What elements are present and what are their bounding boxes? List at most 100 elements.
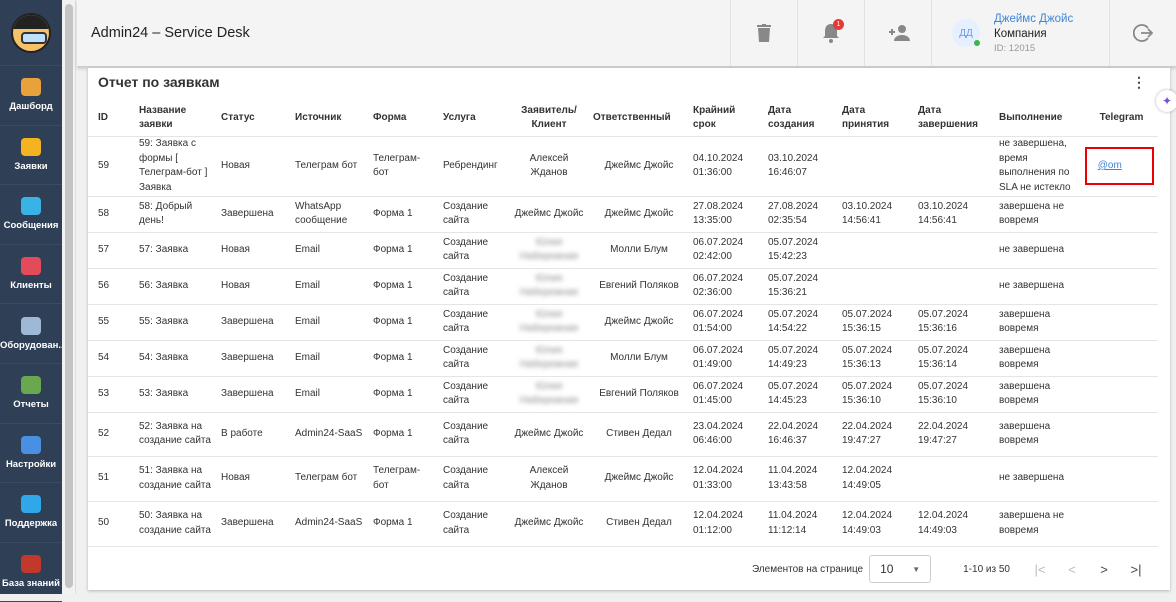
cell-text: Евгений Поляков — [599, 387, 679, 399]
column-header[interactable]: ID — [88, 100, 135, 137]
user-name[interactable]: Джеймс Джойс — [994, 13, 1073, 25]
cell-text: Юлия Набережная — [519, 272, 579, 299]
cell-text: Создание сайта — [443, 200, 489, 227]
cell: 06.07.2024 01:45:00 — [689, 376, 764, 413]
ai-sparkle-icon[interactable]: ✦ — [1156, 90, 1176, 112]
cell-text: Новая — [221, 159, 250, 171]
cell-text: 05.07.2024 15:36:21 — [768, 272, 819, 299]
sidebar-item-2[interactable]: Сообщения — [0, 185, 62, 245]
cell-text: Молли Блум — [610, 243, 668, 255]
cell: Евгений Поляков — [589, 268, 689, 305]
cell — [1085, 501, 1158, 547]
table-row[interactable]: 58 58: Добрый день! Завершена WhatsApp сооб… — [88, 196, 1158, 233]
more-menu-icon[interactable]: ⋮ — [1132, 74, 1146, 91]
equipment-icon — [21, 316, 41, 335]
per-page-select[interactable]: 10 ▼ — [869, 555, 932, 583]
cell-text: Джеймс Джойс — [604, 315, 674, 327]
cell: Стивен Дедал — [589, 412, 689, 457]
next-page-icon[interactable]: > — [1088, 562, 1120, 577]
cell: Молли Блум — [589, 340, 689, 377]
table-row[interactable]: 56 56: Заявка Новая Email Форма 1 Создание са… — [88, 268, 1158, 305]
cell: Евгений Поляков — [589, 376, 689, 413]
gear-icon — [21, 435, 41, 454]
scrollbar-thumb[interactable] — [65, 4, 73, 588]
cell: Форма 1 — [369, 412, 439, 457]
logout-button[interactable] — [1109, 0, 1176, 66]
column-header[interactable]: Выполнение — [995, 100, 1085, 137]
notifications-button[interactable]: 1 — [797, 0, 864, 66]
table-row[interactable]: 53 53: Заявка Завершена Email Форма 1 Создани… — [88, 376, 1158, 413]
sidebar-item-6[interactable]: Настройки — [0, 424, 62, 484]
column-header[interactable]: Услуга — [439, 100, 509, 137]
telegram-link[interactable]: @om — [1098, 160, 1122, 171]
logo[interactable] — [0, 0, 62, 66]
cell: завершена не вовремя — [995, 196, 1085, 233]
cell-text: 05.07.2024 15:36:14 — [918, 344, 969, 371]
table-row[interactable]: 50 50: Заявка на создание сайта Завершена A… — [88, 501, 1158, 547]
add-user-button[interactable] — [864, 0, 931, 66]
sidebar-item-0[interactable]: Дашборд — [0, 66, 62, 126]
cell: Телеграм-бот — [369, 456, 439, 502]
cell: 03.10.2024 16:46:07 — [764, 136, 838, 197]
column-header[interactable]: Крайний срок — [689, 100, 764, 137]
cell-text: Алексей Жданов — [529, 152, 569, 179]
cell-text: Новая — [221, 243, 250, 255]
telegram-highlight: @om — [1085, 146, 1154, 186]
cell: 12.04.2024 14:49:03 — [838, 501, 914, 547]
column-header[interactable]: Название заявки — [135, 100, 217, 137]
cell: Email — [291, 340, 369, 377]
cell: Создание сайта — [439, 232, 509, 269]
sidebar-item-1[interactable]: Заявки — [0, 126, 62, 186]
cell: Юлия Набережная — [509, 268, 589, 305]
prev-page-icon[interactable]: < — [1056, 562, 1088, 577]
sidebar-scrollbar[interactable] — [62, 0, 76, 594]
cell-text: Email — [295, 351, 321, 363]
cell-text: 51 — [98, 472, 110, 484]
cell-text: завершена вовремя — [999, 308, 1051, 335]
table-row[interactable]: 55 55: Заявка Завершена Email Форма 1 Создани… — [88, 304, 1158, 341]
sidebar-item-8[interactable]: База знаний — [0, 543, 62, 602]
cell — [838, 136, 914, 197]
cell: Новая — [217, 456, 291, 502]
cell-text: 05.07.2024 15:42:23 — [768, 236, 819, 263]
table-row[interactable]: 54 54: Заявка Завершена Email Форма 1 Создани… — [88, 340, 1158, 377]
sidebar-item-label: Оборудован... — [0, 339, 62, 351]
cell — [914, 136, 995, 197]
cell: Создание сайта — [439, 340, 509, 377]
table-row[interactable]: 52 52: Заявка на создание сайта В работе Ad… — [88, 412, 1158, 457]
sidebar-item-7[interactable]: Поддержка — [0, 483, 62, 543]
sidebar-item-5[interactable]: Отчеты — [0, 364, 62, 424]
column-header[interactable]: Дата принятия — [838, 100, 914, 137]
sidebar-item-label: Клиенты — [10, 280, 52, 292]
column-header[interactable]: Статус — [217, 100, 291, 137]
table-row[interactable]: 59 59: Заявка с формы [ Телеграм-бот ] За… — [88, 136, 1158, 197]
first-page-icon[interactable]: |< — [1024, 562, 1056, 577]
cell: 12.04.2024 14:49:05 — [838, 456, 914, 502]
cell-text: 12.04.2024 14:49:03 — [842, 510, 893, 536]
page-range: 1-10 из 50 — [963, 563, 1010, 575]
cell-text: 06.07.2024 02:42:00 — [693, 236, 744, 263]
cell-text: 27.08.2024 02:35:54 — [768, 200, 819, 227]
column-header[interactable]: Форма — [369, 100, 439, 137]
cell-text: завершена вовремя — [999, 380, 1051, 407]
table-row[interactable]: 51 51: Заявка на создание сайта Новая Телег… — [88, 456, 1158, 502]
column-header[interactable]: Дата создания — [764, 100, 838, 137]
last-page-icon[interactable]: >| — [1120, 562, 1152, 577]
cell: 52: Заявка на создание сайта — [135, 412, 217, 457]
sidebar-item-4[interactable]: Оборудован... — [0, 304, 62, 364]
column-header[interactable]: Заявитель/ Клиент — [509, 100, 589, 137]
column-header[interactable]: Telegram — [1085, 100, 1158, 137]
cell: 05.07.2024 15:36:21 — [764, 268, 838, 305]
column-header[interactable]: Источник — [291, 100, 369, 137]
column-header[interactable]: Ответственный — [589, 100, 689, 137]
add-user-icon — [889, 25, 910, 41]
telegram-blurred — [1122, 160, 1141, 171]
cell-text: 23.04.2024 06:46:00 — [693, 420, 744, 447]
sidebar-item-3[interactable]: Клиенты — [0, 245, 62, 305]
cell: Телеграм бот — [291, 456, 369, 502]
user-profile[interactable]: ДД Джеймс Джойс Компания ID: 12015 — [931, 0, 1109, 66]
trash-button[interactable] — [730, 0, 797, 66]
table-row[interactable]: 57 57: Заявка Новая Email Форма 1 Создание са… — [88, 232, 1158, 269]
cell: Admin24-SaaS — [291, 412, 369, 457]
column-header[interactable]: Дата завершения — [914, 100, 995, 137]
